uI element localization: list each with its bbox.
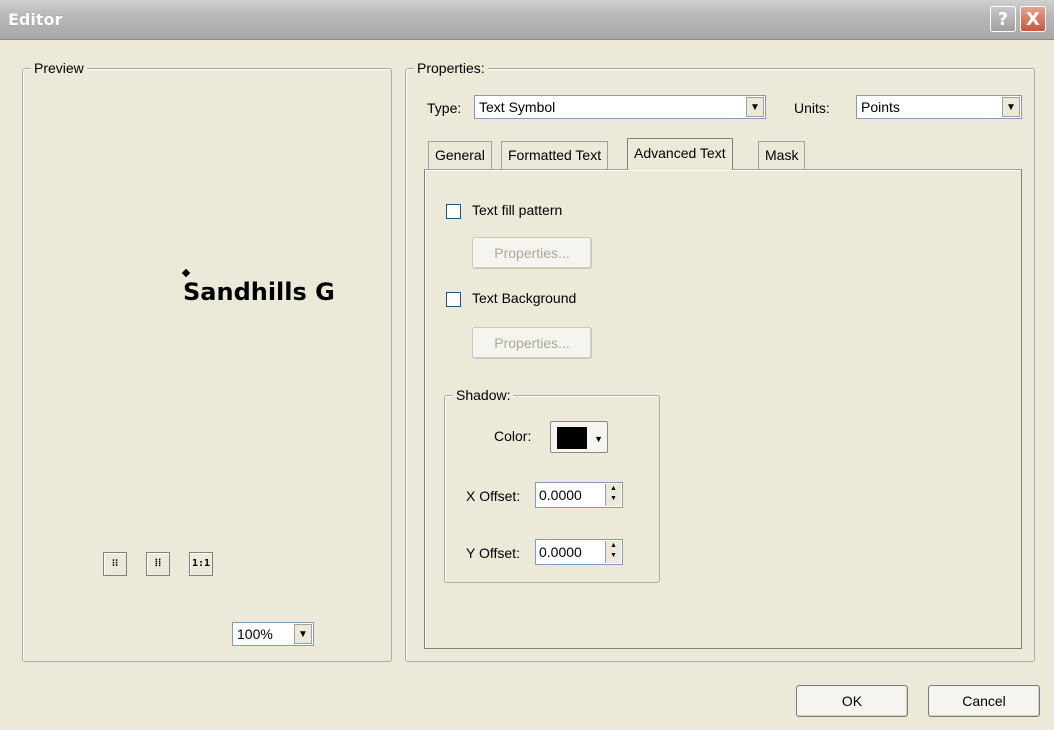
tab-formatted-text[interactable]: Formatted Text: [501, 141, 609, 169]
y-offset-label: Y Offset:: [466, 545, 520, 561]
text-background-checkbox[interactable]: [446, 292, 461, 307]
zoom-actual-size-icon: 1:1: [191, 558, 211, 569]
shadow-color-picker[interactable]: ▼: [550, 421, 608, 453]
x-offset-value: 0.0000: [539, 487, 582, 503]
shadow-legend: Shadow:: [453, 387, 514, 403]
spinner-icon[interactable]: ▲ ▼: [605, 541, 621, 563]
window-title: Editor: [8, 10, 63, 29]
spinner-icon[interactable]: ▲ ▼: [605, 484, 621, 506]
type-value: Text Symbol: [479, 99, 556, 115]
color-swatch: [557, 427, 587, 449]
tab-advanced-text[interactable]: Advanced Text: [627, 138, 733, 170]
y-offset-input[interactable]: 0.0000 ▲ ▼: [535, 539, 623, 565]
text-fill-pattern-checkbox[interactable]: [446, 204, 461, 219]
fill-pattern-properties-button[interactable]: Properties...: [472, 237, 592, 269]
units-label: Units:: [794, 100, 830, 116]
chevron-down-icon[interactable]: ▼: [1002, 97, 1020, 117]
y-offset-value: 0.0000: [539, 544, 582, 560]
zoom-in-fixed-button[interactable]: ⁝⁝: [103, 552, 127, 576]
title-bar: Editor ? X: [0, 0, 1054, 40]
zoom-level-value: 100%: [237, 626, 273, 642]
text-fill-pattern-label: Text fill pattern: [472, 202, 563, 218]
zoom-out-fixed-button[interactable]: ⁞⁞: [146, 552, 170, 576]
type-label: Type:: [427, 100, 462, 116]
zoom-in-fixed-icon: ⁝⁝: [111, 558, 119, 569]
tab-mask[interactable]: Mask: [758, 141, 806, 169]
tab-general[interactable]: General: [428, 141, 492, 169]
chevron-down-icon[interactable]: ▼: [746, 97, 764, 117]
background-properties-button[interactable]: Properties...: [472, 327, 592, 359]
units-value: Points: [861, 99, 900, 115]
help-icon[interactable]: ?: [990, 6, 1016, 32]
type-select[interactable]: Text Symbol ▼: [474, 95, 766, 119]
zoom-level-select[interactable]: 100% ▼: [232, 622, 314, 646]
x-offset-label: X Offset:: [466, 488, 521, 504]
zoom-out-fixed-icon: ⁞⁞: [154, 558, 162, 569]
close-icon[interactable]: X: [1020, 6, 1046, 32]
chevron-down-icon: ▼: [594, 434, 603, 444]
preview-legend: Preview: [31, 60, 87, 76]
units-select[interactable]: Points ▼: [856, 95, 1022, 119]
properties-legend: Properties:: [414, 60, 488, 76]
preview-sample-text: Sandhills G: [183, 278, 335, 306]
text-background-label: Text Background: [472, 290, 577, 306]
editor-window: Editor ? X Preview Sandhills G ⁝⁝ ⁞⁞ 1:1…: [0, 0, 1054, 730]
x-offset-input[interactable]: 0.0000 ▲ ▼: [535, 482, 623, 508]
cancel-button[interactable]: Cancel: [928, 685, 1040, 717]
ok-button[interactable]: OK: [796, 685, 908, 717]
chevron-down-icon[interactable]: ▼: [294, 624, 312, 644]
shadow-color-label: Color:: [494, 428, 532, 444]
zoom-actual-size-button[interactable]: 1:1: [189, 552, 213, 576]
